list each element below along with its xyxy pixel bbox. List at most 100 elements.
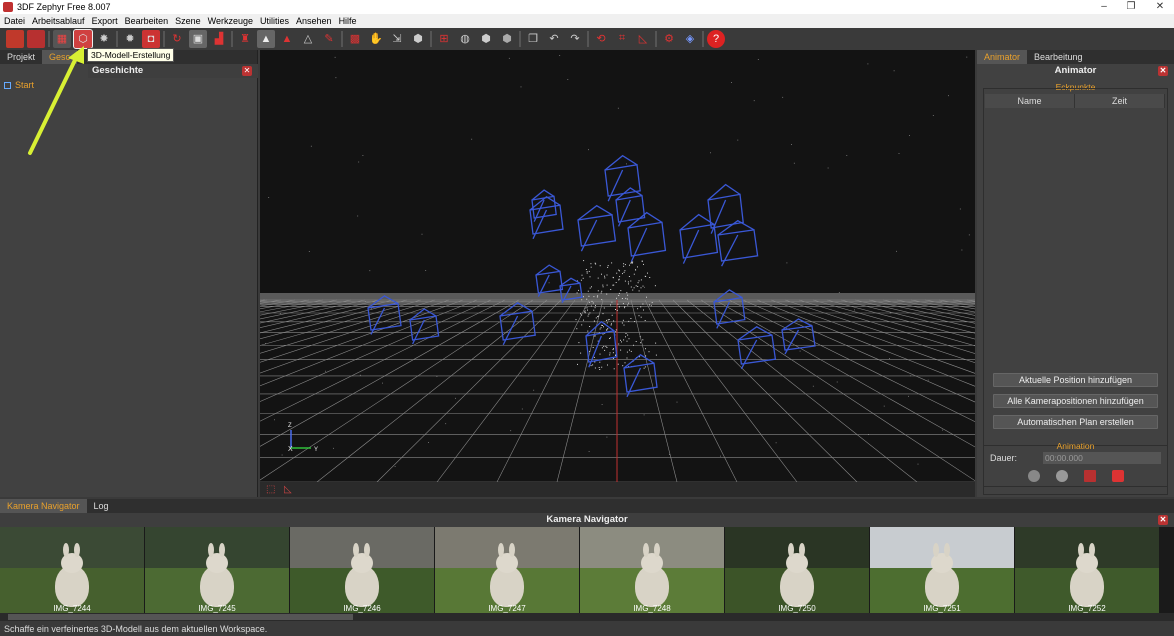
- thumbnail-scrollbar[interactable]: [0, 613, 1174, 621]
- camera-thumbnail-strip: IMG_7244 IMG_7245 IMG_7246 IMG_7247 IMG_…: [0, 527, 1174, 613]
- axis-gizmo: Z X Y: [288, 423, 318, 453]
- thumbnail-label: IMG_7251: [923, 604, 961, 613]
- menu-bearbeiten[interactable]: Bearbeiten: [121, 16, 172, 26]
- tab-geschichte[interactable]: Gesc: [42, 50, 78, 64]
- hand-icon[interactable]: ✋: [367, 30, 385, 48]
- thumbnail[interactable]: IMG_7252: [1015, 527, 1159, 613]
- shapes-icon[interactable]: ⬢: [409, 30, 427, 48]
- column-name[interactable]: Name: [985, 94, 1075, 108]
- close-window-button[interactable]: ✕: [1146, 0, 1174, 14]
- tab-projekt[interactable]: Projekt: [0, 50, 42, 64]
- menu-datei[interactable]: Datei: [0, 16, 28, 26]
- 3d-viewport[interactable]: Z X Y: [260, 50, 975, 482]
- history-item-start[interactable]: Start: [0, 78, 88, 92]
- camera-frustums: [367, 154, 816, 398]
- add-current-position-button[interactable]: Aktuelle Position hinzufügen: [993, 373, 1158, 387]
- measure-icon[interactable]: ▟: [210, 30, 228, 48]
- camera-navigator-header: Kamera Navigator ✕: [0, 513, 1174, 527]
- toolbar-tooltip: 3D-Modell-Erstellung: [87, 48, 175, 62]
- duration-label: Dauer:: [990, 453, 1018, 463]
- mesh-red-icon[interactable]: ▲: [278, 30, 296, 48]
- restore-button[interactable]: ❐: [1117, 0, 1145, 14]
- duration-field[interactable]: 00:00.000: [1043, 452, 1161, 464]
- mesh-outline-icon[interactable]: △: [299, 30, 317, 48]
- menu-ansehen[interactable]: Ansehen: [292, 16, 335, 26]
- copy-icon[interactable]: ❐: [524, 30, 542, 48]
- settings-icon[interactable]: ⚙: [660, 30, 678, 48]
- refresh-icon[interactable]: ↻: [168, 30, 186, 48]
- tab-animator[interactable]: Animator: [977, 50, 1028, 64]
- thumbnail[interactable]: IMG_7251: [870, 527, 1014, 613]
- thumbnail[interactable]: IMG_7245: [145, 527, 289, 613]
- menu-export[interactable]: Export: [88, 16, 121, 26]
- close-icon[interactable]: ✕: [1158, 66, 1168, 76]
- select-icon[interactable]: ▣: [189, 29, 207, 48]
- brush-icon[interactable]: ✎: [320, 30, 338, 48]
- grid-icon[interactable]: ⊞: [435, 30, 453, 48]
- record-icon[interactable]: [1056, 470, 1068, 482]
- thumbnail[interactable]: IMG_7250: [725, 527, 869, 613]
- shield-icon[interactable]: ⬢: [477, 30, 495, 48]
- main-toolbar: ▦ ⬡ ✸ ✹ ◘ ↻ ▣ ▟ ♜ ▲ ▲ △ ✎ ▩ ✋ ⇲ ⬢ ⊞ ◍ ⬢ …: [0, 28, 1174, 49]
- camera-icon[interactable]: ◘: [142, 29, 160, 48]
- history-panel-header: Geschichte ✕: [88, 64, 258, 78]
- new-project-icon[interactable]: [6, 29, 24, 48]
- filter-icon[interactable]: ▩: [346, 30, 364, 48]
- crop-icon[interactable]: ⌗: [613, 30, 631, 48]
- stop-icon[interactable]: [1084, 470, 1096, 482]
- thumbnail[interactable]: IMG_7248: [580, 527, 724, 613]
- orbit-icon[interactable]: ⟲: [592, 30, 610, 48]
- shield-dark-icon[interactable]: ⬢: [498, 30, 516, 48]
- undo-icon[interactable]: ↶: [545, 30, 563, 48]
- keypoints-table-header: Name Zeit: [985, 94, 1165, 108]
- save-icon[interactable]: [27, 29, 45, 48]
- mesh-icon[interactable]: ✸: [95, 30, 113, 48]
- export-video-icon[interactable]: [1112, 470, 1124, 482]
- viewport-toolbar: ⬚ ◺: [260, 482, 975, 497]
- toolbar-separator: [587, 30, 589, 47]
- sparse-icon[interactable]: ▦: [53, 29, 71, 48]
- toolbar-separator: [163, 30, 165, 47]
- axis-y-label: Y: [314, 447, 318, 453]
- axis-z-label: Z: [288, 423, 292, 429]
- lasso-tool-icon[interactable]: ◺: [284, 484, 296, 495]
- pin-icon[interactable]: ♜: [236, 30, 254, 48]
- thumbnail-label: IMG_7246: [343, 604, 381, 613]
- ruler-icon[interactable]: ◺: [634, 30, 652, 48]
- animator-title: Animator: [1054, 65, 1097, 76]
- toolbar-separator: [430, 30, 432, 47]
- menu-arbeitsablauf[interactable]: Arbeitsablauf: [28, 16, 88, 26]
- mesh-filled-icon[interactable]: ▲: [257, 29, 275, 48]
- toolbar-separator: [519, 30, 521, 47]
- help-icon[interactable]: ?: [707, 29, 725, 48]
- texture-icon[interactable]: ✹: [121, 30, 139, 48]
- menu-werkzeuge[interactable]: Werkzeuge: [204, 16, 256, 26]
- column-zeit[interactable]: Zeit: [1075, 94, 1165, 108]
- menu-hilfe[interactable]: Hilfe: [335, 16, 360, 26]
- thumbnail[interactable]: IMG_7246: [290, 527, 434, 613]
- select-tool-icon[interactable]: ⬚: [266, 484, 278, 495]
- tab-bearbeitung[interactable]: Bearbeitung: [1027, 50, 1090, 64]
- scrollbar-thumb[interactable]: [8, 614, 353, 620]
- redo-icon[interactable]: ↷: [566, 30, 584, 48]
- tab-log[interactable]: Log: [87, 499, 116, 513]
- scene-canvas: Z X Y: [260, 55, 975, 482]
- thumbnail[interactable]: IMG_7247: [435, 527, 579, 613]
- thumbnail[interactable]: IMG_7244: [0, 527, 144, 613]
- close-icon[interactable]: ✕: [1158, 515, 1168, 525]
- move-icon[interactable]: ⇲: [388, 30, 406, 48]
- menu-szene[interactable]: Szene: [171, 16, 204, 26]
- dense-model-icon[interactable]: ⬡: [73, 28, 93, 49]
- close-icon[interactable]: ✕: [242, 66, 252, 76]
- thumbnail-label: IMG_7247: [488, 604, 526, 613]
- create-automatic-plan-button[interactable]: Automatischen Plan erstellen: [993, 415, 1158, 429]
- toolbar-separator: [48, 30, 50, 47]
- add-all-camera-positions-button[interactable]: Alle Kamerapositionen hinzufügen: [993, 394, 1158, 408]
- tab-kamera-navigator[interactable]: Kamera Navigator: [0, 499, 87, 513]
- menu-utilities[interactable]: Utilities: [256, 16, 292, 26]
- animation-label: Animation: [1056, 441, 1095, 451]
- sphere-icon[interactable]: ◍: [456, 30, 474, 48]
- play-icon[interactable]: [1028, 470, 1040, 482]
- minimize-button[interactable]: –: [1090, 0, 1118, 14]
- cube-icon[interactable]: ◈: [681, 30, 699, 48]
